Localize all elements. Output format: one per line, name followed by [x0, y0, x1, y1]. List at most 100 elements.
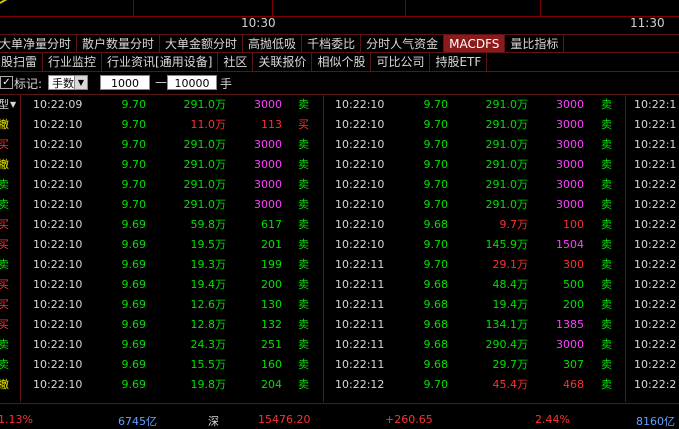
- tab-7[interactable]: 量比指标: [505, 35, 565, 53]
- tab-2[interactable]: 行业资讯[通用设备]: [102, 53, 219, 71]
- table-row[interactable]: 卖 10:22:10 9.69 19.3万 199 卖 10:22:11 9.70 29.1万 3…: [0, 255, 679, 275]
- table-row[interactable]: 撤 10:22:10 9.70 11.0万 113 买 10:22:10 9.70 291.0万…: [0, 115, 679, 135]
- row-price: 9.69: [121, 338, 147, 351]
- row-side: 卖: [601, 198, 612, 211]
- row-amount: 59.8万: [190, 218, 227, 231]
- row-side: 买: [298, 118, 309, 131]
- tab-1[interactable]: 散户数量分时: [77, 35, 161, 53]
- row-price: 9.70: [423, 238, 449, 251]
- row-side: 卖: [298, 218, 309, 231]
- row-price: 9.68: [423, 358, 449, 371]
- row-time: 10:22:10: [33, 238, 83, 251]
- column-divider: [323, 95, 324, 402]
- mark-checkbox[interactable]: ✓: [0, 76, 13, 89]
- row-volume: 307: [563, 358, 584, 371]
- row-time: 10:22:11: [335, 318, 385, 331]
- tab-6[interactable]: MACDFS: [444, 35, 506, 53]
- tab-5[interactable]: 相似个股: [312, 53, 372, 71]
- row-time: 10:22:2: [634, 198, 677, 211]
- table-row[interactable]: 买 10:22:10 9.70 291.0万 3000 卖 10:22:10 9.70 291.…: [0, 135, 679, 155]
- row-side: 卖: [298, 98, 309, 111]
- row-amount: 11.0万: [190, 118, 227, 131]
- row-time: 10:22:10: [33, 178, 83, 191]
- status-index-pct: 2.44%: [535, 413, 570, 426]
- row-side: 卖: [298, 298, 309, 311]
- row-time: 10:22:10: [33, 158, 83, 171]
- row-price: 9.69: [121, 298, 147, 311]
- row-volume: 1385: [556, 318, 584, 331]
- row-side: 卖: [298, 178, 309, 191]
- row-type: 卖: [0, 358, 9, 371]
- unit-select[interactable]: 手数 ▼: [48, 75, 88, 90]
- range-dash: —: [155, 75, 167, 89]
- row-amount: 19.5万: [190, 238, 227, 251]
- tab-2[interactable]: 大单金额分时: [160, 35, 244, 53]
- row-time: 10:22:1: [634, 98, 677, 111]
- row-amount: 291.0万: [183, 98, 227, 111]
- max-volume-input[interactable]: 10000: [167, 75, 217, 90]
- row-time: 10:22:10: [33, 218, 83, 231]
- table-row[interactable]: 买 10:22:10 9.69 59.8万 617 卖 10:22:10 9.68 9.7万 10…: [0, 215, 679, 235]
- row-side: 卖: [298, 138, 309, 151]
- tab-6[interactable]: 可比公司: [371, 53, 431, 71]
- tab-1[interactable]: 行业监控: [43, 53, 103, 71]
- row-time: 10:22:2: [634, 238, 677, 251]
- row-time: 10:22:10: [33, 298, 83, 311]
- row-volume: 3000: [254, 138, 282, 151]
- row-amount: 19.4万: [492, 298, 529, 311]
- row-amount: 29.1万: [492, 258, 529, 271]
- row-amount: 19.8万: [190, 378, 227, 391]
- table-row[interactable]: 卖 10:22:10 9.69 24.3万 251 卖 10:22:11 9.68 290.4万…: [0, 335, 679, 355]
- row-time: 10:22:1: [634, 158, 677, 171]
- table-row[interactable]: 买 10:22:10 9.69 12.8万 132 卖 10:22:11 9.68 134.1万…: [0, 315, 679, 335]
- tab-3[interactable]: 社区: [218, 53, 254, 71]
- status-change-pct: 1.13%: [0, 413, 33, 426]
- row-amount: 45.4万: [492, 378, 529, 391]
- axis-tick: [272, 0, 273, 16]
- row-amount: 291.0万: [485, 138, 529, 151]
- row-price: 9.68: [423, 218, 449, 231]
- table-row[interactable]: 买 10:22:10 9.69 19.5万 201 卖 10:22:10 9.70 145.9万…: [0, 235, 679, 255]
- table-row[interactable]: 10:22:09 9.70 291.0万 3000 卖 10:22:10 9.70 291.0…: [0, 95, 679, 115]
- row-amount: 19.3万: [190, 258, 227, 271]
- row-type: 卖: [0, 198, 9, 211]
- row-price: 9.70: [121, 158, 147, 171]
- tab-5[interactable]: 分时人气资金: [361, 35, 445, 53]
- table-row[interactable]: 撤 10:22:10 9.70 291.0万 3000 卖 10:22:10 9.70 291.…: [0, 155, 679, 175]
- row-time: 10:22:2: [634, 338, 677, 351]
- row-side: 卖: [298, 378, 309, 391]
- table-row[interactable]: 卖 10:22:10 9.70 291.0万 3000 卖 10:22:10 9.70 291.…: [0, 175, 679, 195]
- row-volume: 3000: [556, 98, 584, 111]
- row-time: 10:22:2: [634, 258, 677, 271]
- table-row[interactable]: 买 10:22:10 9.69 19.4万 200 卖 10:22:11 9.68 48.4万 5…: [0, 275, 679, 295]
- tab-7[interactable]: 持股ETF: [430, 53, 488, 71]
- row-volume: 3000: [556, 138, 584, 151]
- row-amount: 19.4万: [190, 278, 227, 291]
- row-amount: 9.7万: [499, 218, 529, 231]
- row-volume: 3000: [556, 198, 584, 211]
- volume-unit-label: 手: [220, 77, 233, 91]
- row-side: 卖: [601, 378, 612, 391]
- tab-4[interactable]: 关联报价: [253, 53, 313, 71]
- row-volume: 468: [563, 378, 584, 391]
- row-amount: 12.6万: [190, 298, 227, 311]
- tab-4[interactable]: 千档委比: [302, 35, 362, 53]
- chevron-down-icon[interactable]: ▼: [74, 76, 87, 89]
- tab-0[interactable]: 股扫雷: [0, 53, 44, 71]
- row-volume: 3000: [556, 158, 584, 171]
- row-price: 9.69: [121, 218, 147, 231]
- tab-0[interactable]: 大单净量分时: [0, 35, 78, 53]
- table-row[interactable]: 卖 10:22:10 9.70 291.0万 3000 卖 10:22:10 9.70 291.…: [0, 195, 679, 215]
- row-side: 卖: [298, 318, 309, 331]
- min-volume-input[interactable]: 1000: [100, 75, 150, 90]
- row-amount: 29.7万: [492, 358, 529, 371]
- row-price: 9.69: [121, 378, 147, 391]
- table-row[interactable]: 买 10:22:10 9.69 12.6万 130 卖 10:22:11 9.68 19.4万 2…: [0, 295, 679, 315]
- row-price: 9.70: [121, 98, 147, 111]
- row-time: 10:22:10: [335, 138, 385, 151]
- table-row[interactable]: 卖 10:22:10 9.69 15.5万 160 卖 10:22:11 9.68 29.7万 3…: [0, 355, 679, 375]
- tab-3[interactable]: 高抛低吸: [243, 35, 303, 53]
- row-amount: 291.0万: [485, 118, 529, 131]
- row-amount: 24.3万: [190, 338, 227, 351]
- table-row[interactable]: 撤 10:22:10 9.69 19.8万 204 卖 10:22:12 9.70 45.4万 4…: [0, 375, 679, 395]
